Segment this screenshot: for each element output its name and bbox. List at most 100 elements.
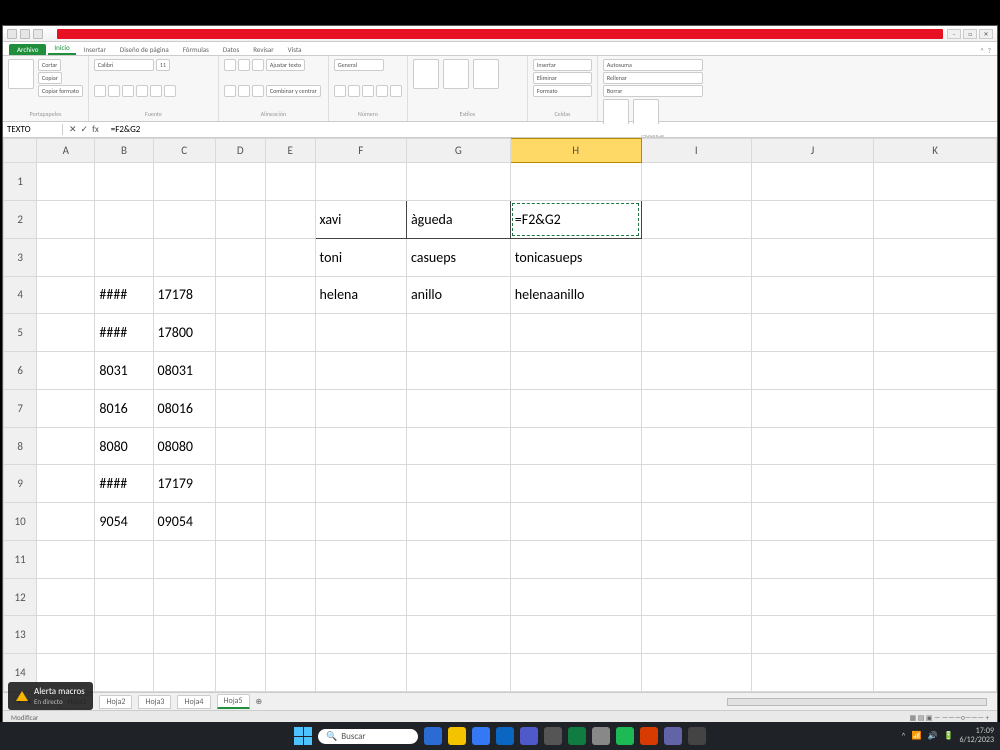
row-header-4[interactable]: 4 [4, 276, 37, 314]
cell-J3[interactable] [751, 238, 874, 276]
column-header-A[interactable]: A [37, 139, 95, 163]
cell-G14[interactable] [406, 654, 510, 692]
cell-B11[interactable] [95, 540, 153, 578]
cell-J4[interactable] [751, 276, 874, 314]
qat-redo-icon[interactable] [33, 29, 43, 39]
cell-E8[interactable] [265, 427, 315, 465]
cell-D11[interactable] [215, 540, 265, 578]
cell-F5[interactable] [315, 314, 406, 352]
align-top-icon[interactable] [224, 59, 236, 71]
taskbar-app-icon[interactable] [688, 727, 706, 745]
qat-save-icon[interactable] [7, 29, 17, 39]
sheet-tab[interactable]: Hoja4 [177, 695, 210, 709]
cell-C9[interactable]: 17179 [153, 465, 215, 503]
system-tray[interactable]: ^ 📶 🔊 🔋 17:09 6/12/2023 [902, 727, 994, 745]
cell-D12[interactable] [215, 578, 265, 616]
tab-inicio[interactable]: Inicio [48, 42, 75, 55]
cell-A9[interactable] [37, 465, 95, 503]
taskbar-app-icon[interactable] [592, 727, 610, 745]
row-header-10[interactable]: 10 [4, 503, 37, 541]
cell-G9[interactable] [406, 465, 510, 503]
cell-styles-button[interactable] [473, 59, 499, 89]
cell-G10[interactable] [406, 503, 510, 541]
cell-E3[interactable] [265, 238, 315, 276]
cell-J13[interactable] [751, 616, 874, 654]
cell-G13[interactable] [406, 616, 510, 654]
cell-G4[interactable]: anillo [406, 276, 510, 314]
cell-E11[interactable] [265, 540, 315, 578]
cell-E13[interactable] [265, 616, 315, 654]
cell-C4[interactable]: 17178 [153, 276, 215, 314]
cell-K9[interactable] [874, 465, 997, 503]
cell-I7[interactable] [641, 389, 751, 427]
cell-A3[interactable] [37, 238, 95, 276]
sheet-tab[interactable]: Hoja3 [138, 695, 171, 709]
cell-J9[interactable] [751, 465, 874, 503]
cell-B3[interactable] [95, 238, 153, 276]
cell-B6[interactable]: 8031 [95, 352, 153, 390]
battery-icon[interactable]: 🔋 [943, 731, 953, 741]
cell-A8[interactable] [37, 427, 95, 465]
cell-E14[interactable] [265, 654, 315, 692]
close-button[interactable]: ✕ [979, 29, 993, 39]
cell-H12[interactable] [510, 578, 641, 616]
cell-K14[interactable] [874, 654, 997, 692]
cell-E7[interactable] [265, 389, 315, 427]
cell-K1[interactable] [874, 163, 997, 201]
column-header-G[interactable]: G [406, 139, 510, 163]
autosum-button[interactable]: Autosuma [603, 59, 703, 71]
cell-B14[interactable] [95, 654, 153, 692]
cell-K7[interactable] [874, 389, 997, 427]
cell-G5[interactable] [406, 314, 510, 352]
cell-E2[interactable] [265, 201, 315, 239]
cell-J6[interactable] [751, 352, 874, 390]
taskbar-app-icon[interactable] [544, 727, 562, 745]
bold-button[interactable] [94, 85, 106, 97]
cell-B8[interactable]: 8080 [95, 427, 153, 465]
cell-E5[interactable] [265, 314, 315, 352]
cell-F1[interactable] [315, 163, 406, 201]
cell-D5[interactable] [215, 314, 265, 352]
format-painter-button[interactable]: Copiar formato [38, 85, 83, 97]
taskbar-clock[interactable]: 17:09 6/12/2023 [959, 727, 994, 745]
taskbar-spotify-icon[interactable] [616, 727, 634, 745]
cell-F13[interactable] [315, 616, 406, 654]
row-header-7[interactable]: 7 [4, 389, 37, 427]
cell-D7[interactable] [215, 389, 265, 427]
cell-G7[interactable] [406, 389, 510, 427]
tab-formulas[interactable]: Fórmulas [177, 44, 215, 55]
number-format-selector[interactable]: General [334, 59, 384, 71]
cell-H2[interactable]: =F2&G2 [510, 201, 641, 239]
cut-button[interactable]: Cortar [38, 59, 61, 71]
view-pagebreak-icon[interactable]: ▣ [926, 713, 933, 722]
cell-I14[interactable] [641, 654, 751, 692]
copy-button[interactable]: Copiar [38, 72, 62, 84]
currency-icon[interactable] [334, 85, 346, 97]
cell-H6[interactable] [510, 352, 641, 390]
clear-button[interactable]: Borrar [603, 85, 703, 97]
cell-F12[interactable] [315, 578, 406, 616]
cell-F14[interactable] [315, 654, 406, 692]
row-header-1[interactable]: 1 [4, 163, 37, 201]
cell-G6[interactable] [406, 352, 510, 390]
cell-F7[interactable] [315, 389, 406, 427]
cell-G11[interactable] [406, 540, 510, 578]
tab-revisar[interactable]: Revisar [247, 44, 279, 55]
minimize-button[interactable]: – [947, 29, 961, 39]
cell-A5[interactable] [37, 314, 95, 352]
row-header-8[interactable]: 8 [4, 427, 37, 465]
cell-C3[interactable] [153, 238, 215, 276]
column-header-H[interactable]: H [510, 139, 641, 163]
paste-button[interactable] [8, 59, 34, 89]
formula-input[interactable]: =F2&G2 [105, 124, 997, 135]
column-header-C[interactable]: C [153, 139, 215, 163]
column-header-E[interactable]: E [265, 139, 315, 163]
cell-G8[interactable] [406, 427, 510, 465]
help-icon[interactable]: ? [988, 46, 991, 55]
worksheet-grid[interactable]: ABCDEFGHIJK12xaviàgueda=F2&G23tonicasuep… [3, 138, 997, 692]
cell-G12[interactable] [406, 578, 510, 616]
column-header-D[interactable]: D [215, 139, 265, 163]
view-normal-icon[interactable]: ▦ [909, 713, 916, 722]
cell-C6[interactable]: 08031 [153, 352, 215, 390]
cell-F6[interactable] [315, 352, 406, 390]
